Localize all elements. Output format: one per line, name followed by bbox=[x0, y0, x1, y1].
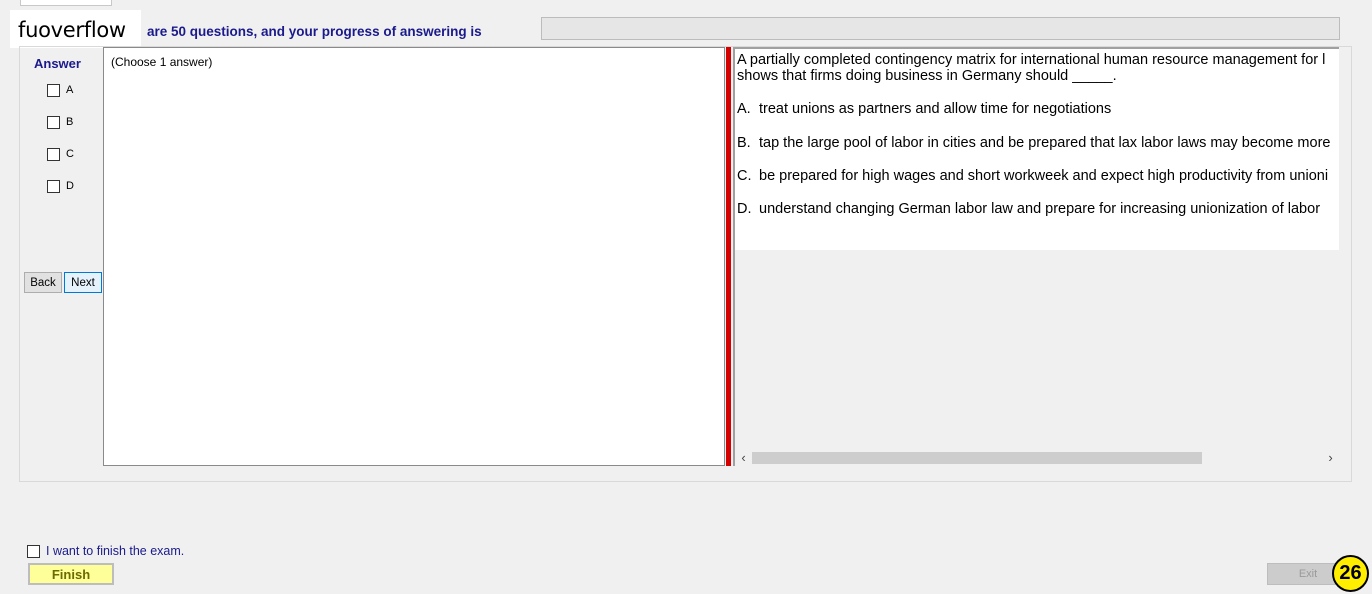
next-button[interactable]: Next bbox=[64, 272, 102, 293]
question-choice-a: A. treat unions as partners and allow tim… bbox=[737, 101, 1111, 117]
scroll-thumb[interactable] bbox=[752, 452, 1202, 464]
answer-hint: (Choose 1 answer) bbox=[111, 55, 213, 69]
option-a-checkbox[interactable] bbox=[47, 83, 60, 97]
option-b-label: B bbox=[66, 116, 74, 128]
option-a-label: A bbox=[66, 84, 74, 96]
option-d[interactable]: D bbox=[47, 179, 74, 193]
horizontal-scrollbar[interactable]: ‹ › bbox=[735, 449, 1339, 466]
back-button[interactable]: Back bbox=[24, 272, 62, 293]
question-choice-a-letter: A. bbox=[737, 101, 751, 117]
question-panel: A partially completed contingency matrix… bbox=[733, 47, 1339, 466]
question-choice-a-text: treat unions as partners and allow time … bbox=[759, 101, 1112, 117]
question-choice-c-letter: C. bbox=[737, 168, 752, 184]
answer-area[interactable]: (Choose 1 answer) bbox=[103, 47, 725, 466]
option-b[interactable]: B bbox=[47, 115, 73, 129]
finish-exam-checkbox[interactable] bbox=[27, 544, 40, 558]
page-number-badge: 26 bbox=[1332, 555, 1369, 592]
question-stem: A partially completed contingency matrix… bbox=[737, 52, 1339, 84]
finish-button[interactable]: Finish bbox=[28, 563, 114, 585]
question-choice-d: D. understand changing German labor law a… bbox=[737, 201, 1320, 217]
question-content: A partially completed contingency matrix… bbox=[735, 49, 1339, 250]
brand-watermark: fuoverflow bbox=[10, 10, 141, 48]
progress-bar bbox=[541, 17, 1340, 40]
option-c-label: C bbox=[66, 148, 74, 160]
progress-label: are 50 questions, and your progress of a… bbox=[147, 24, 482, 39]
option-c[interactable]: C bbox=[47, 147, 74, 161]
panel-splitter[interactable] bbox=[726, 47, 731, 466]
option-d-checkbox[interactable] bbox=[47, 179, 60, 193]
answer-title: Answer bbox=[34, 56, 81, 71]
question-choice-d-text: understand changing German labor law and… bbox=[759, 201, 1321, 217]
top-tab-stub bbox=[20, 0, 112, 6]
option-c-checkbox[interactable] bbox=[47, 147, 60, 161]
option-d-label: D bbox=[66, 180, 74, 192]
question-choice-b-letter: B. bbox=[737, 135, 751, 151]
finish-exam-check[interactable]: I want to finish the exam. bbox=[27, 544, 184, 558]
option-a[interactable]: A bbox=[47, 83, 73, 97]
question-choice-b-text: tap the large pool of labor in cities an… bbox=[759, 135, 1331, 151]
scroll-right-icon[interactable]: › bbox=[1322, 449, 1339, 466]
scroll-left-icon[interactable]: ‹ bbox=[735, 449, 752, 466]
question-stem-line-2: shows that firms doing business in Germa… bbox=[737, 68, 1117, 84]
question-choice-c-text: be prepared for high wages and short wor… bbox=[759, 168, 1329, 184]
finish-exam-label: I want to finish the exam. bbox=[46, 544, 185, 558]
question-choice-c: C. be prepared for high wages and short w… bbox=[737, 168, 1328, 184]
option-b-checkbox[interactable] bbox=[47, 115, 60, 129]
question-stem-line-1: A partially completed contingency matrix… bbox=[737, 52, 1326, 68]
question-choice-d-letter: D. bbox=[737, 201, 752, 217]
question-choice-b: B. tap the large pool of labor in cities … bbox=[737, 135, 1330, 151]
